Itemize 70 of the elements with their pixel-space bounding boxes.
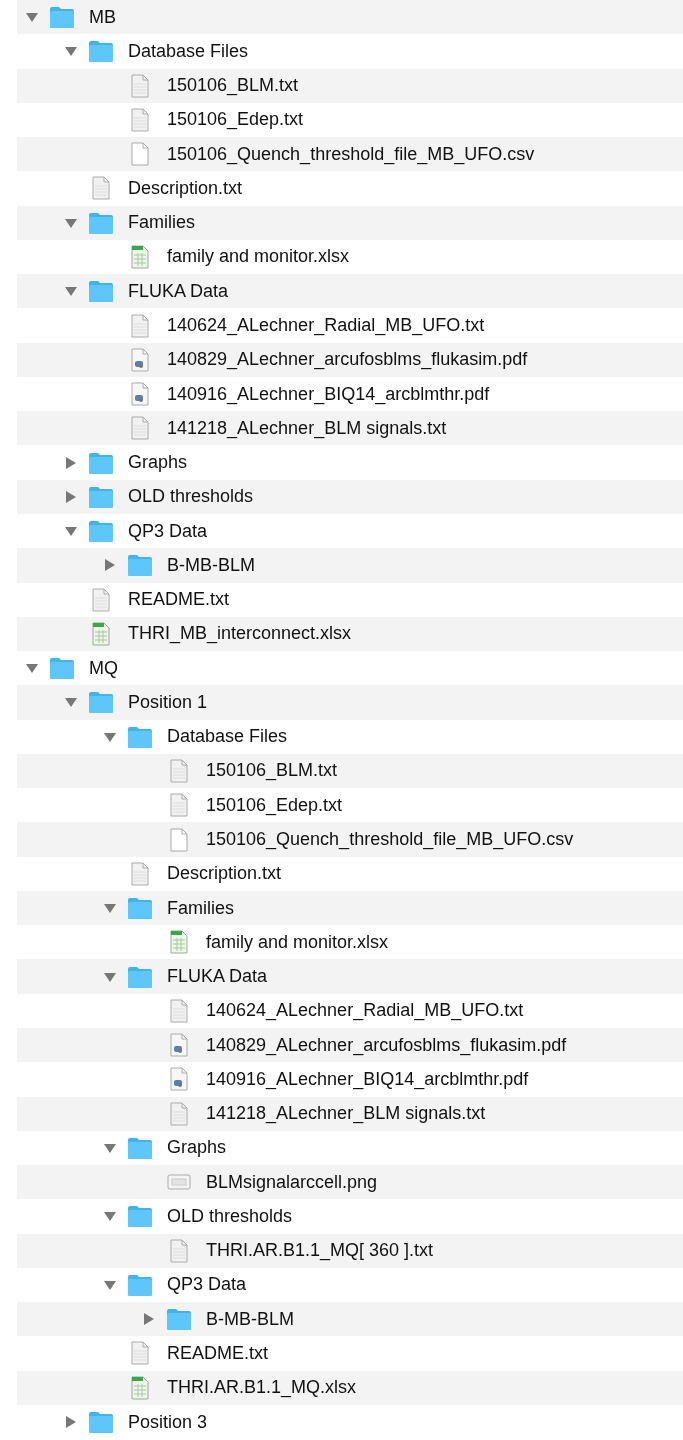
file-name[interactable]: family and monitor.xlsx — [167, 246, 350, 268]
file-name[interactable]: Database Files — [167, 726, 288, 748]
file-name[interactable]: Families — [167, 897, 234, 919]
folder-icon — [127, 724, 153, 749]
disclosure-triangle-icon[interactable] — [25, 662, 39, 675]
file-name[interactable]: 140916_ALechner_BIQ14_arcblmthr.pdf — [167, 383, 490, 405]
disclosure-triangle-icon[interactable] — [103, 730, 117, 743]
file-name[interactable]: QP3 Data — [167, 1274, 247, 1296]
file-name[interactable]: FLUKA Data — [167, 966, 268, 988]
disclosure-triangle-icon[interactable] — [64, 456, 78, 469]
file-name[interactable]: 150106_BLM.txt — [206, 760, 338, 782]
file-name[interactable]: 140916_ALechner_BIQ14_arcblmthr.pdf — [206, 1068, 529, 1090]
disclosure-triangle-icon[interactable] — [103, 902, 117, 915]
folder-icon — [88, 690, 114, 715]
disclosure-triangle-icon[interactable] — [64, 1416, 78, 1428]
disclosure-triangle-icon[interactable] — [64, 285, 78, 298]
file-name[interactable]: 150106_Edep.txt — [167, 109, 304, 131]
disclosure-triangle-icon[interactable] — [64, 45, 78, 58]
disclosure-triangle-icon[interactable] — [25, 11, 39, 24]
folder-icon — [88, 1410, 114, 1434]
disclosure-triangle-icon[interactable] — [103, 1141, 117, 1154]
file-name[interactable]: MB — [89, 6, 116, 28]
folder-icon — [127, 896, 153, 921]
folder-icon — [88, 450, 114, 475]
file-name[interactable]: Graphs — [128, 452, 188, 474]
file-name[interactable]: README.txt — [167, 1343, 268, 1364]
folder-icon — [88, 519, 114, 544]
folder-icon — [88, 39, 114, 64]
folder-icon — [49, 5, 75, 30]
disclosure-triangle-icon[interactable] — [64, 216, 78, 229]
file-name[interactable]: 150106_BLM.txt — [167, 75, 299, 97]
file-name[interactable]: Families — [128, 212, 195, 234]
file-name[interactable]: Position 1 — [128, 691, 208, 713]
folder-icon — [88, 210, 114, 235]
file-name[interactable]: B-MB-BLM — [206, 1308, 294, 1330]
file-name[interactable]: B-MB-BLM — [167, 554, 255, 576]
file-name[interactable]: OLD thresholds — [128, 486, 254, 508]
file-name[interactable]: Graphs — [167, 1137, 227, 1159]
file-name[interactable]: THRI.AR.B1.1_MQ.xlsx — [167, 1377, 357, 1399]
folder-icon — [127, 1204, 153, 1229]
folder-icon — [88, 279, 114, 304]
file-name[interactable]: Description.txt — [128, 177, 243, 199]
folder-icon — [127, 1135, 153, 1160]
file-name[interactable]: Position 3 — [128, 1411, 208, 1433]
file-name[interactable]: OLD thresholds — [167, 1205, 293, 1227]
file-name[interactable]: FLUKA Data — [128, 280, 229, 302]
file-name[interactable]: Description.txt — [167, 863, 282, 885]
file-name[interactable]: README.txt — [128, 589, 229, 611]
disclosure-triangle-icon[interactable] — [103, 970, 117, 983]
file-name[interactable]: BLMsignalarccell.png — [206, 1171, 378, 1193]
disclosure-triangle-icon[interactable] — [103, 559, 117, 572]
file-name[interactable]: family and monitor.xlsx — [206, 931, 389, 953]
file-name[interactable]: MQ — [89, 657, 118, 679]
disclosure-triangle-icon[interactable] — [64, 696, 78, 709]
disclosure-triangle-icon[interactable] — [103, 1278, 117, 1291]
disclosure-triangle-icon[interactable] — [64, 490, 78, 503]
file-name[interactable]: Database Files — [128, 40, 249, 62]
file-name[interactable]: 140624_ALechner_Radial_MB_UFO.txt — [206, 1000, 524, 1022]
folder-icon — [49, 656, 75, 681]
disclosure-triangle-icon[interactable] — [142, 1313, 156, 1326]
file-name[interactable]: QP3 Data — [128, 520, 208, 542]
file-name[interactable]: 140624_ALechner_Radial_MB_UFO.txt — [167, 315, 485, 336]
disclosure-triangle-icon[interactable] — [103, 1210, 117, 1223]
disclosure-triangle-icon[interactable] — [64, 525, 78, 538]
folder-icon — [127, 553, 153, 578]
folder-icon — [166, 1307, 192, 1332]
folder-icon — [127, 1272, 153, 1297]
file-name[interactable]: 150106_Edep.txt — [206, 794, 343, 816]
folder-icon — [127, 964, 153, 989]
folder-icon — [88, 484, 114, 509]
